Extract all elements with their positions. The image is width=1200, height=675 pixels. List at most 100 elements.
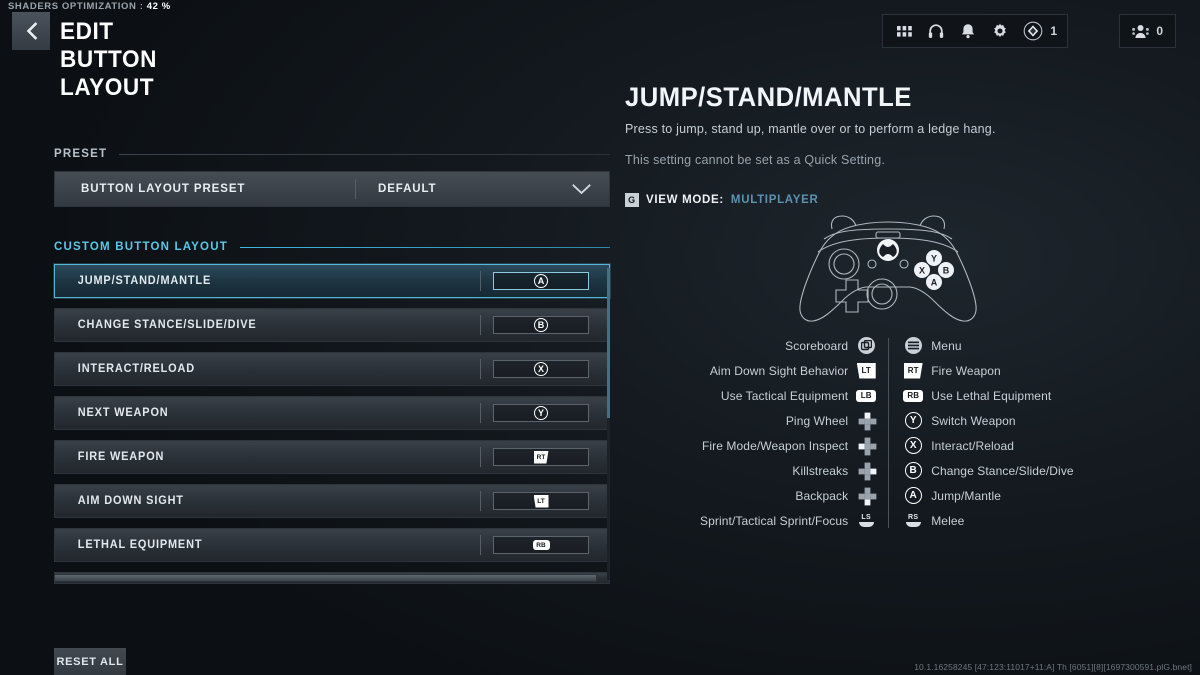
party-count: 0	[1156, 24, 1163, 38]
legend-item: Scoreboard	[785, 336, 876, 355]
edit-button-layout-screen: SHADERS OPTIMIZATION : 42 % EDIT BUTTON …	[0, 0, 1200, 675]
horizontal-scrollbar[interactable]	[54, 574, 597, 582]
build-version-string: 10.1.16258245 [47:123:11017+11:A] Th [60…	[914, 662, 1192, 672]
button-glyph-x: X	[534, 362, 548, 376]
chevron-down-icon[interactable]	[572, 183, 609, 195]
legend-item-icon: LS	[856, 514, 876, 527]
trigger-glyph-rt: RT	[903, 362, 923, 379]
row-divider	[480, 535, 481, 555]
legend-item: Killstreaks	[792, 461, 877, 481]
gear-icon[interactable]	[985, 16, 1015, 46]
currency-badge[interactable]: 1	[1017, 21, 1061, 41]
section-rule-accent	[239, 246, 610, 248]
legend-item: Aim Down Sight Behavior LT	[710, 361, 876, 380]
button-layout-row[interactable]: AIM DOWN SIGHT LT	[54, 484, 610, 518]
diamond-icon	[1023, 21, 1043, 41]
party-icon	[1132, 24, 1150, 38]
view-mode-label: VIEW MODE:	[646, 194, 724, 206]
legend-item: RT Fire Weapon	[903, 361, 1074, 380]
button-layout-preset-value: DEFAULT	[378, 183, 437, 195]
settings-panel: PRESET BUTTON LAYOUT PRESET DEFAULT CUST…	[54, 148, 610, 584]
button-layout-row[interactable]: JUMP/STAND/MANTLE A	[54, 264, 610, 298]
preset-section-header: PRESET	[54, 148, 610, 160]
legend-item-icon: Y	[903, 412, 923, 429]
button-layout-row-binding[interactable]: LT	[493, 492, 589, 510]
currency-count: 1	[1050, 24, 1057, 38]
legend-item-label: Change Stance/Slide/Dive	[931, 463, 1074, 478]
legend-item-icon	[856, 487, 877, 506]
button-layout-row-label: NEXT WEAPON	[77, 407, 169, 419]
scrollbar-thumb[interactable]	[607, 268, 610, 418]
button-layout-row[interactable]: NEXT WEAPON Y	[54, 396, 610, 430]
bumper-glyph-lb: LB	[856, 389, 877, 402]
button-layout-row-label: FIRE WEAPON	[77, 451, 165, 463]
party-group[interactable]: 0	[1119, 14, 1176, 48]
row-divider	[480, 315, 481, 335]
legend-column-right: Menu RT Fire Weapon RB Use Lethal Equipment Y…	[903, 336, 1074, 530]
bumper-glyph-rb: RB	[903, 389, 924, 402]
button-layout-row-binding[interactable]: RT	[493, 448, 589, 466]
shaders-optimization-percent: 42 %	[146, 1, 171, 12]
legend-item: Menu	[903, 336, 1074, 355]
key-badge-g: G	[625, 193, 639, 207]
button-layout-row[interactable]: CHANGE STANCE/SLIDE/DIVE B	[54, 308, 610, 342]
preset-section-title: PRESET	[54, 148, 108, 160]
legend-item-label: Ping Wheel	[785, 413, 849, 428]
view-mode-row[interactable]: G VIEW MODE: MULTIPLAYER	[625, 193, 1185, 207]
button-layout-row-binding[interactable]: A	[493, 272, 589, 290]
legend-item-label: Backpack	[795, 488, 849, 503]
legend-item-label: Killstreaks	[792, 463, 849, 478]
legend-item-label: Fire Mode/Weapon Inspect	[701, 438, 849, 453]
headphones-icon[interactable]	[921, 16, 951, 46]
legend-item-label: Interact/Reload	[931, 438, 1015, 453]
button-layout-list: JUMP/STAND/MANTLE A CHANGE STANCE/SLIDE/DI…	[54, 264, 610, 562]
controller-legend: Scoreboard Aim Down Sight Behavior LT Use T…	[700, 336, 1074, 530]
detail-quick-setting-note: This setting cannot be set as a Quick Se…	[625, 153, 886, 167]
trigger-glyph-rt: RT	[533, 450, 549, 464]
button-glyph-b: B	[904, 462, 922, 479]
bell-icon[interactable]	[953, 16, 983, 46]
page-title: EDIT BUTTON LAYOUT	[60, 18, 157, 101]
legend-item: A Jump/Mantle	[903, 486, 1074, 505]
button-layout-row-label: AIM DOWN SIGHT	[77, 495, 184, 507]
legend-item: RB Use Lethal Equipment	[903, 386, 1074, 405]
button-layout-row-binding[interactable]: X	[493, 360, 589, 378]
button-layout-preset-label: BUTTON LAYOUT PRESET	[81, 183, 246, 195]
button-layout-row-binding[interactable]: RB	[493, 536, 589, 554]
dpad-up-icon	[858, 412, 877, 431]
section-rule	[119, 153, 610, 155]
detail-description: Press to jump, stand up, mantle over or …	[625, 122, 996, 136]
svg-text:X: X	[919, 266, 925, 276]
button-layout-row[interactable]: INTERACT/RELOAD X	[54, 352, 610, 386]
dpad-down-icon	[858, 487, 877, 506]
legend-item-label: Sprint/Tactical Sprint/Focus	[700, 513, 849, 528]
reset-all-button[interactable]: RESET ALL	[54, 648, 126, 675]
legend-item-label: Melee	[931, 513, 965, 528]
legend-divider	[888, 338, 890, 528]
row-divider	[480, 359, 481, 379]
dpad-right-icon	[858, 462, 877, 481]
trigger-glyph-lt: LT	[533, 494, 549, 508]
custom-button-layout-title: CUSTOM BUTTON LAYOUT	[54, 241, 228, 253]
back-button[interactable]	[12, 12, 50, 50]
button-layout-row[interactable]: FIRE WEAPON RT	[54, 440, 610, 474]
apps-grid-icon[interactable]	[889, 16, 919, 46]
button-layout-preset-row[interactable]: BUTTON LAYOUT PRESET DEFAULT	[54, 171, 610, 207]
button-glyph-y: Y	[534, 406, 548, 420]
legend-item-icon: LT	[856, 362, 876, 379]
button-glyph-b: B	[534, 318, 548, 332]
legend-item: X Interact/Reload	[903, 436, 1074, 455]
row-divider	[480, 403, 481, 423]
button-layout-row-binding[interactable]: Y	[493, 404, 589, 422]
button-layout-row-binding[interactable]: B	[493, 316, 589, 334]
legend-item: Backpack	[795, 486, 877, 506]
row-divider	[480, 491, 481, 511]
legend-item: Fire Mode/Weapon Inspect	[701, 436, 877, 456]
menu-button-icon	[904, 337, 922, 354]
legend-item-label: Menu	[931, 338, 962, 353]
vertical-scrollbar[interactable]	[607, 268, 610, 580]
legend-item-icon	[903, 337, 923, 354]
button-layout-row[interactable]: LETHAL EQUIPMENT RB	[54, 528, 610, 562]
button-layout-row-label: JUMP/STAND/MANTLE	[77, 275, 212, 287]
stick-glyph-ls: LS	[858, 514, 874, 527]
